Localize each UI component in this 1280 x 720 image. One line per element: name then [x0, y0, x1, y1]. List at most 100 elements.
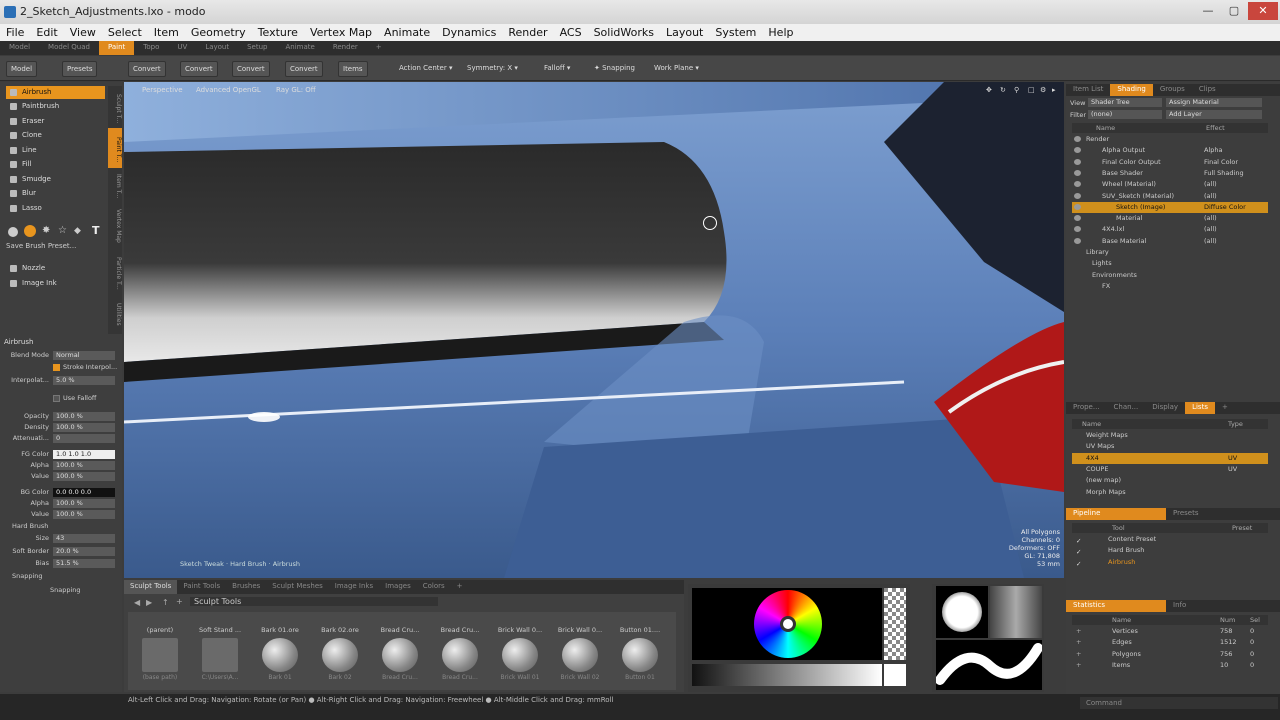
- shader-tree-row[interactable]: Library: [1072, 247, 1268, 258]
- tab-colors[interactable]: Colors: [417, 580, 451, 594]
- 3d-viewport[interactable]: [124, 82, 1064, 578]
- soft-brush-icon[interactable]: [24, 225, 36, 237]
- tab-add-panel[interactable]: +: [1215, 402, 1235, 414]
- pipeline-row[interactable]: ✓ Airbrush: [1072, 557, 1268, 568]
- tab-channels[interactable]: Chan...: [1107, 402, 1146, 414]
- move-view-icon[interactable]: ✥: [986, 86, 992, 94]
- bg-value-field[interactable]: 100.0 %: [53, 510, 115, 519]
- shader-tree-row[interactable]: 4X4.lxl (all): [1072, 224, 1268, 235]
- convert-button-1[interactable]: Convert: [128, 61, 166, 77]
- opacity-field[interactable]: 100.0 %: [53, 412, 115, 421]
- shader-view-dropdown[interactable]: Shader Tree: [1088, 98, 1162, 107]
- tab-brushes[interactable]: Brushes: [226, 580, 266, 594]
- tab-animate[interactable]: Animate: [276, 41, 323, 55]
- assign-material-button[interactable]: Assign Material: [1166, 98, 1262, 107]
- preset-bark-01[interactable]: Bark 01.ore Bark 01: [254, 626, 306, 684]
- shader-tree-row[interactable]: FX: [1072, 281, 1268, 292]
- preset-bread-crust-2[interactable]: Bread Cru... Bread Cru...: [434, 626, 486, 684]
- save-brush-preset-button[interactable]: Save Brush Preset...: [6, 242, 106, 253]
- size-field[interactable]: 43: [53, 534, 115, 543]
- convert-button-3[interactable]: Convert: [232, 61, 270, 77]
- raygl-toggle[interactable]: Ray GL: Off: [276, 86, 316, 94]
- preset-bread-crust-1[interactable]: Bread Cru... Bread Cru...: [374, 626, 426, 684]
- visibility-eye-icon[interactable]: [1074, 147, 1081, 154]
- close-button[interactable]: ✕: [1248, 2, 1278, 20]
- tab-add[interactable]: +: [367, 41, 391, 55]
- menu-system[interactable]: System: [709, 24, 762, 41]
- menu-layout[interactable]: Layout: [660, 24, 709, 41]
- diamond-brush-icon[interactable]: ◆: [74, 226, 81, 236]
- soft-border-field[interactable]: 20.0 %: [53, 547, 115, 556]
- visibility-eye-icon[interactable]: [1074, 136, 1081, 142]
- preset-brick-wall-01[interactable]: Brick Wall 0... Brick Wall 01: [494, 626, 546, 684]
- list-item[interactable]: Weight Maps: [1072, 430, 1268, 441]
- shader-tree-row[interactable]: Base Material (all): [1072, 236, 1268, 247]
- tool-airbrush[interactable]: Airbrush: [6, 86, 105, 99]
- expand-plus-icon[interactable]: +: [1076, 626, 1081, 637]
- list-item[interactable]: UV Maps: [1072, 441, 1268, 452]
- menu-acs[interactable]: ACS: [554, 24, 588, 41]
- list-item[interactable]: Morph Maps: [1072, 487, 1268, 498]
- star-brush-icon[interactable]: ☆: [58, 225, 67, 236]
- tab-shading[interactable]: Shading: [1110, 84, 1153, 96]
- shader-tree-row[interactable]: Base Shader Full Shading: [1072, 168, 1268, 179]
- tab-sculpt-meshes[interactable]: Sculpt Meshes: [266, 580, 328, 594]
- visibility-eye-icon[interactable]: [1074, 181, 1081, 188]
- tool-smudge[interactable]: Smudge: [6, 173, 105, 186]
- list-item[interactable]: 4X4 UV: [1072, 452, 1268, 464]
- menu-view[interactable]: View: [64, 24, 102, 41]
- tool-paintbrush[interactable]: Paintbrush: [6, 100, 105, 113]
- tool-fill[interactable]: Fill: [6, 158, 105, 171]
- visibility-eye-icon[interactable]: [1074, 203, 1081, 210]
- vtab-item[interactable]: Item T...: [108, 168, 122, 204]
- visibility-eye-icon[interactable]: [1074, 237, 1081, 244]
- visibility-eye-icon[interactable]: [1074, 226, 1081, 233]
- vtab-vertex-map[interactable]: Vertex Map: [108, 200, 122, 252]
- back-arrow-icon[interactable]: ◀: [134, 598, 140, 607]
- expand-plus-icon[interactable]: +: [1076, 649, 1081, 660]
- tab-presets[interactable]: Presets: [1166, 508, 1205, 520]
- tool-lasso[interactable]: Lasso: [6, 202, 105, 215]
- menu-select[interactable]: Select: [102, 24, 148, 41]
- viewport-options-icon[interactable]: ⚙: [1040, 86, 1046, 94]
- tool-blur[interactable]: Blur: [6, 187, 105, 200]
- presets-button[interactable]: Presets: [62, 61, 98, 77]
- preset-folder[interactable]: Soft Stand ... C:\Users\A...: [194, 626, 246, 684]
- fg-color-field[interactable]: 1.0 1.0 1.0: [53, 450, 115, 459]
- density-field[interactable]: 100.0 %: [53, 423, 115, 432]
- image-ink-button[interactable]: Image Ink: [6, 277, 105, 290]
- menu-help[interactable]: Help: [762, 24, 799, 41]
- expand-plus-icon[interactable]: +: [1076, 660, 1081, 671]
- tab-clips[interactable]: Clips: [1192, 84, 1223, 96]
- tab-item-list[interactable]: Item List: [1066, 84, 1110, 96]
- tab-model-quad[interactable]: Model Quad: [39, 41, 99, 55]
- shader-tree-row[interactable]: SUV_Sketch (Material) (all): [1072, 191, 1268, 202]
- shader-tree-row[interactable]: Wheel (Material) (all): [1072, 179, 1268, 190]
- maximize-button[interactable]: ▢: [1222, 2, 1246, 20]
- preset-parent[interactable]: (parent) (base path): [134, 626, 186, 684]
- tab-setup[interactable]: Setup: [238, 41, 276, 55]
- filter-dropdown[interactable]: (none): [1088, 110, 1162, 119]
- fit-view-icon[interactable]: □: [1028, 86, 1035, 94]
- tab-model[interactable]: Model: [0, 41, 39, 55]
- blend-mode-dropdown[interactable]: Normal: [53, 351, 115, 360]
- menu-edit[interactable]: Edit: [30, 24, 63, 41]
- preset-brick-wall-02[interactable]: Brick Wall 0... Brick Wall 02: [554, 626, 606, 684]
- tab-layout[interactable]: Layout: [196, 41, 238, 55]
- up-folder-icon[interactable]: ↑: [162, 598, 169, 607]
- tab-info[interactable]: Info: [1166, 600, 1193, 612]
- forward-arrow-icon[interactable]: ▶: [146, 598, 152, 607]
- vtab-utilities[interactable]: Utilities: [108, 294, 122, 334]
- list-item[interactable]: COUPE UV: [1072, 464, 1268, 475]
- pipeline-row[interactable]: ✓ Hard Brush: [1072, 545, 1268, 556]
- tab-sculpt-tools[interactable]: Sculpt Tools: [124, 580, 178, 594]
- shader-tree-row[interactable]: Render: [1072, 134, 1268, 145]
- stroke-interp-checkbox[interactable]: [53, 364, 60, 371]
- convert-button-4[interactable]: Convert: [285, 61, 323, 77]
- splat-brush-icon[interactable]: ✸: [42, 225, 50, 236]
- add-folder-icon[interactable]: +: [176, 597, 183, 606]
- pipeline-row[interactable]: ✓ Content Preset: [1072, 534, 1268, 545]
- vtab-particle[interactable]: Particle T...: [108, 248, 122, 298]
- falloff-dropdown[interactable]: Falloff ▾: [540, 61, 574, 75]
- shader-tree-row[interactable]: Final Color Output Final Color: [1072, 157, 1268, 168]
